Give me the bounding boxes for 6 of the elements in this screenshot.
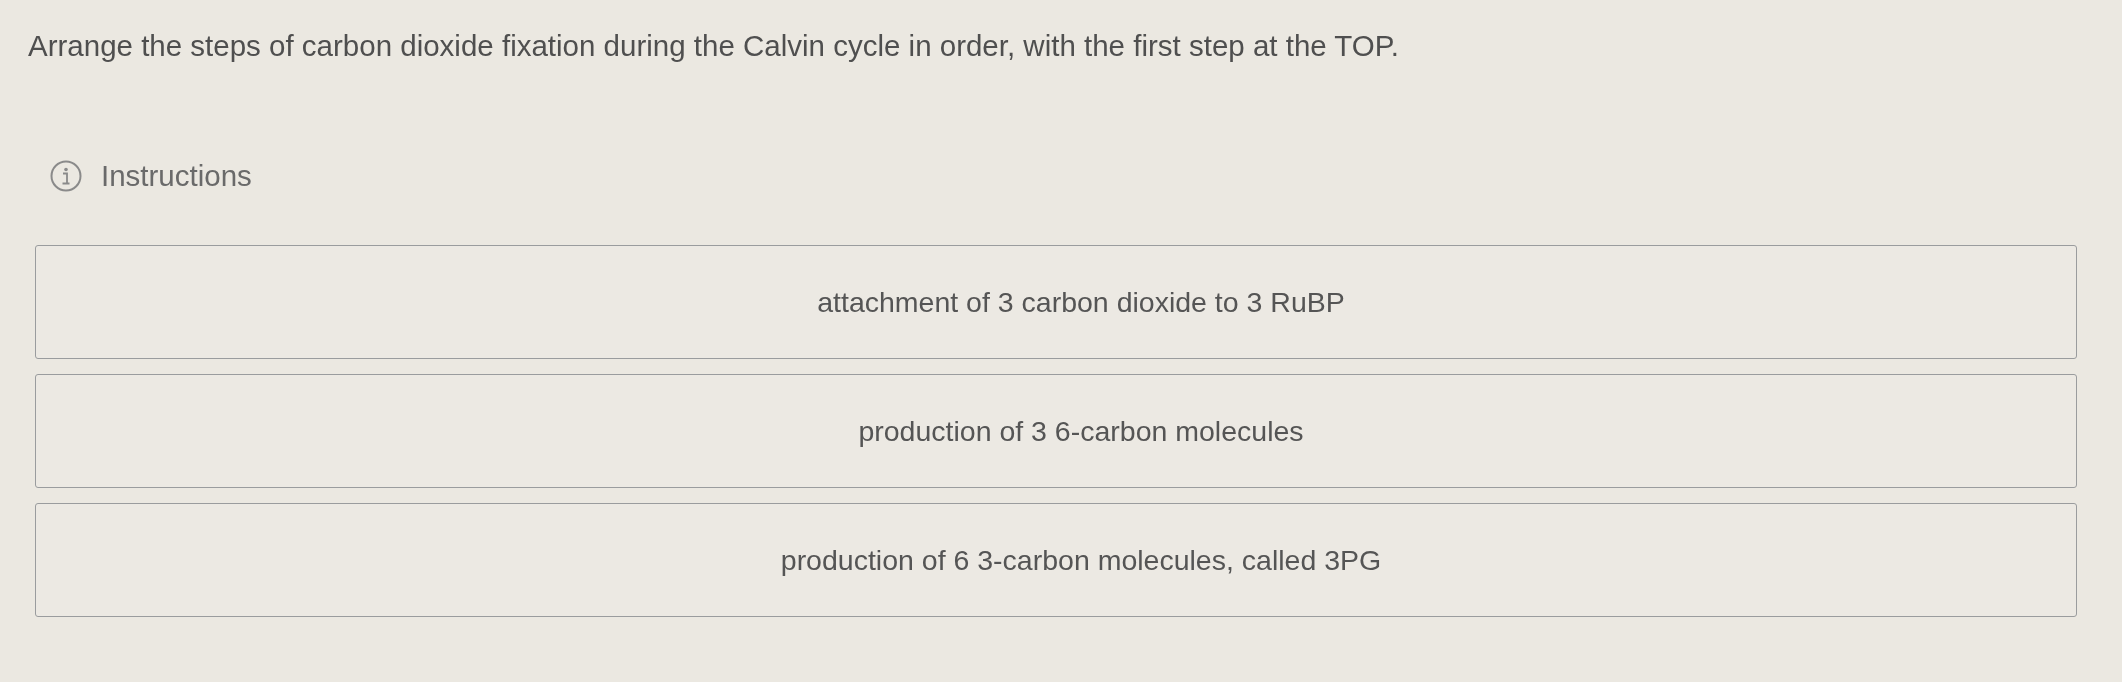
step-card[interactable]: production of 6 3-carbon molecules, called 3PG: [35, 503, 2077, 617]
instructions-link[interactable]: Instructions: [101, 159, 252, 193]
question-text: Arrange the steps of carbon dioxide fixation during the Calvin cycle in order, with the first step at the TOP.: [28, 28, 1400, 64]
step-card[interactable]: attachment of 3 carbon dioxide to 3 RuBP: [35, 245, 2077, 359]
step-card[interactable]: production of 3 6-carbon molecules: [35, 374, 2077, 488]
info-icon[interactable]: [50, 160, 82, 192]
